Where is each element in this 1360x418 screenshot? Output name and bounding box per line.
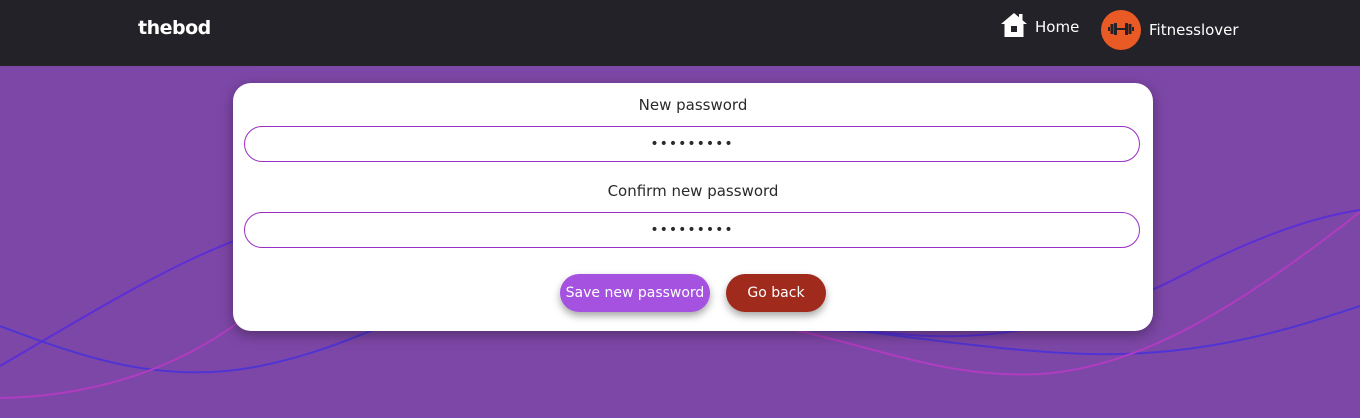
- change-password-card: New password Confirm new password Save n…: [233, 83, 1153, 331]
- avatar[interactable]: [1101, 10, 1141, 50]
- home-icon: [999, 11, 1029, 43]
- confirm-password-label: Confirm new password: [607, 182, 779, 200]
- home-link[interactable]: Home: [999, 12, 1079, 42]
- dumbbell-icon: [1108, 21, 1134, 40]
- user-profile-link[interactable]: Fitnesslover: [1101, 10, 1239, 50]
- new-password-label: New password: [638, 96, 748, 114]
- save-password-button[interactable]: Save new password: [560, 274, 710, 312]
- top-navbar: thebod Home Fitnesslover: [0, 0, 1360, 66]
- username-label: Fitnesslover: [1149, 21, 1239, 39]
- confirm-password-input[interactable]: [244, 212, 1140, 248]
- home-label: Home: [1035, 18, 1080, 36]
- go-back-button[interactable]: Go back: [726, 274, 826, 312]
- brand-logo[interactable]: thebod: [138, 17, 211, 39]
- new-password-input[interactable]: [244, 126, 1140, 162]
